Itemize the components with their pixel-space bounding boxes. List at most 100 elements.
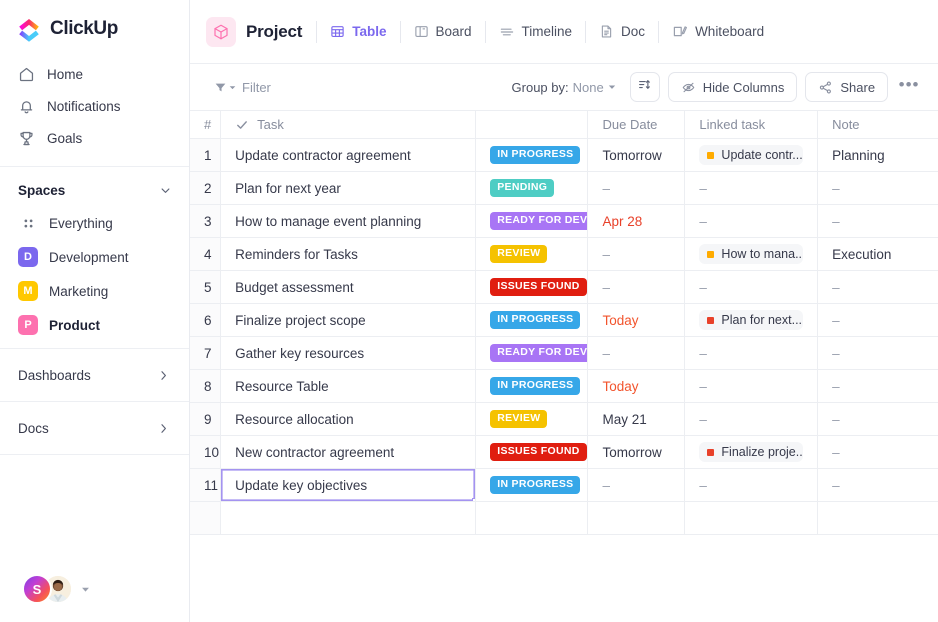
- table-row[interactable]: 9 Resource allocation REVIEW May 21 – –: [190, 402, 938, 436]
- note-cell[interactable]: –: [817, 468, 938, 502]
- status-cell[interactable]: REVIEW: [475, 237, 589, 271]
- due-date-cell[interactable]: –: [587, 270, 686, 304]
- avatar-stack[interactable]: S: [22, 574, 73, 604]
- column-header-linked-task[interactable]: Linked task: [684, 110, 819, 139]
- table-row[interactable]: 5 Budget assessment ISSUES FOUND – – –: [190, 270, 938, 304]
- status-cell[interactable]: IN PROGRESS: [475, 138, 589, 172]
- linked-task-cell[interactable]: –: [684, 171, 819, 205]
- chevron-down-icon[interactable]: [158, 183, 173, 198]
- column-header-number[interactable]: #: [190, 110, 222, 139]
- more-options-button[interactable]: •••: [896, 74, 922, 100]
- due-date-cell[interactable]: May 21: [587, 402, 686, 436]
- due-date-cell[interactable]: –: [587, 336, 686, 370]
- status-cell[interactable]: READY FOR DEV: [475, 204, 589, 238]
- table-row[interactable]: 6 Finalize project scope IN PROGRESS Today P…: [190, 303, 938, 337]
- tab-timeline[interactable]: Timeline: [486, 17, 586, 47]
- due-date-cell[interactable]: Today: [587, 369, 686, 403]
- table-row[interactable]: 3 How to manage event planning READY FOR D…: [190, 204, 938, 238]
- status-cell[interactable]: IN PROGRESS: [475, 303, 589, 337]
- table-row[interactable]: 4 Reminders for Tasks REVIEW – How to mana..…: [190, 237, 938, 271]
- sidebar-item-docs[interactable]: Docs: [0, 408, 189, 448]
- table-row[interactable]: 11 Update key objectives IN PROGRESS – – –: [190, 468, 938, 502]
- due-date-cell[interactable]: Apr 28: [587, 204, 686, 238]
- note-cell[interactable]: –: [817, 171, 938, 205]
- linked-task-chip[interactable]: Finalize proje...: [699, 442, 804, 462]
- note-cell[interactable]: –: [817, 369, 938, 403]
- sidebar-item-marketing[interactable]: M Marketing: [0, 274, 189, 308]
- linked-task-cell[interactable]: Finalize proje...: [684, 435, 819, 469]
- linked-task-cell[interactable]: –: [684, 369, 819, 403]
- hide-columns-button[interactable]: Hide Columns: [667, 72, 798, 102]
- note-cell[interactable]: –: [817, 204, 938, 238]
- task-name-cell[interactable]: Resource allocation: [220, 402, 477, 436]
- status-cell[interactable]: IN PROGRESS: [475, 369, 589, 403]
- tab-table[interactable]: Table: [317, 17, 399, 47]
- task-name-cell[interactable]: How to manage event planning: [220, 204, 477, 238]
- status-cell[interactable]: ISSUES FOUND: [475, 270, 589, 304]
- sidebar-item-home[interactable]: Home: [0, 58, 189, 90]
- status-cell[interactable]: READY FOR DEV: [475, 336, 589, 370]
- chevron-down-icon[interactable]: [80, 584, 91, 595]
- table-row[interactable]: 7 Gather key resources READY FOR DEV – – –: [190, 336, 938, 370]
- due-date-cell[interactable]: –: [587, 171, 686, 205]
- note-cell[interactable]: –: [817, 336, 938, 370]
- linked-task-chip[interactable]: Update contr...: [699, 145, 804, 165]
- task-name-cell-selected[interactable]: Update key objectives: [220, 468, 477, 502]
- tab-whiteboard[interactable]: Whiteboard: [659, 17, 777, 47]
- linked-task-cell[interactable]: Update contr...: [684, 138, 819, 172]
- linked-task-cell[interactable]: –: [684, 468, 819, 502]
- sidebar-item-dashboards[interactable]: Dashboards: [0, 355, 189, 395]
- linked-task-cell[interactable]: –: [684, 336, 819, 370]
- column-header-due-date[interactable]: Due Date: [587, 110, 686, 139]
- filter-button[interactable]: Filter: [206, 75, 279, 100]
- due-date-cell[interactable]: Today: [587, 303, 686, 337]
- linked-task-cell[interactable]: –: [684, 402, 819, 436]
- due-date-cell[interactable]: Tomorrow: [587, 435, 686, 469]
- table-row[interactable]: 8 Resource Table IN PROGRESS Today – –: [190, 369, 938, 403]
- due-date-cell[interactable]: Tomorrow: [587, 138, 686, 172]
- note-cell[interactable]: –: [817, 435, 938, 469]
- status-cell[interactable]: REVIEW: [475, 402, 589, 436]
- due-date-cell[interactable]: –: [587, 468, 686, 502]
- sidebar-item-notifications[interactable]: Notifications: [0, 90, 189, 122]
- note-cell[interactable]: Execution: [817, 237, 938, 271]
- tab-doc[interactable]: Doc: [586, 17, 658, 47]
- sort-button[interactable]: [629, 72, 660, 102]
- column-header-task[interactable]: Task: [220, 110, 477, 139]
- linked-task-chip[interactable]: Plan for next...: [699, 310, 804, 330]
- sidebar-item-product[interactable]: P Product: [0, 308, 189, 342]
- table-row[interactable]: 2 Plan for next year PENDING – – –: [190, 171, 938, 205]
- status-cell[interactable]: ISSUES FOUND: [475, 435, 589, 469]
- linked-task-cell[interactable]: Plan for next...: [684, 303, 819, 337]
- linked-task-cell[interactable]: How to mana...: [684, 237, 819, 271]
- brand[interactable]: ClickUp: [0, 0, 189, 56]
- tab-board[interactable]: Board: [401, 17, 485, 47]
- sidebar-item-goals[interactable]: Goals: [0, 122, 189, 154]
- note-cell[interactable]: –: [817, 303, 938, 337]
- linked-task-cell[interactable]: –: [684, 270, 819, 304]
- table-row[interactable]: 1 Update contractor agreement IN PROGRESS T…: [190, 138, 938, 172]
- task-name-cell[interactable]: Budget assessment: [220, 270, 477, 304]
- linked-task-chip[interactable]: How to mana...: [699, 244, 804, 264]
- task-name-cell[interactable]: Resource Table: [220, 369, 477, 403]
- column-header-status[interactable]: [475, 110, 589, 139]
- task-name-cell[interactable]: Gather key resources: [220, 336, 477, 370]
- status-cell[interactable]: IN PROGRESS: [475, 468, 589, 502]
- group-by-control[interactable]: Group by: None: [506, 75, 622, 100]
- table-row[interactable]: 10 New contractor agreement ISSUES FOUND To…: [190, 435, 938, 469]
- share-button[interactable]: Share: [805, 72, 889, 102]
- cell-resize-handle[interactable]: [472, 498, 475, 501]
- note-cell[interactable]: Planning: [817, 138, 938, 172]
- task-name-cell[interactable]: Finalize project scope: [220, 303, 477, 337]
- due-date-cell[interactable]: –: [587, 237, 686, 271]
- note-cell[interactable]: –: [817, 270, 938, 304]
- note-cell[interactable]: –: [817, 402, 938, 436]
- column-header-note[interactable]: Note: [817, 110, 938, 139]
- linked-task-cell[interactable]: –: [684, 204, 819, 238]
- sidebar-item-development[interactable]: D Development: [0, 240, 189, 274]
- sidebar-item-everything[interactable]: Everything: [0, 206, 189, 240]
- avatar[interactable]: S: [22, 574, 52, 604]
- task-name-cell[interactable]: Update contractor agreement: [220, 138, 477, 172]
- spaces-section-header[interactable]: Spaces: [0, 173, 189, 206]
- task-name-cell[interactable]: Plan for next year: [220, 171, 477, 205]
